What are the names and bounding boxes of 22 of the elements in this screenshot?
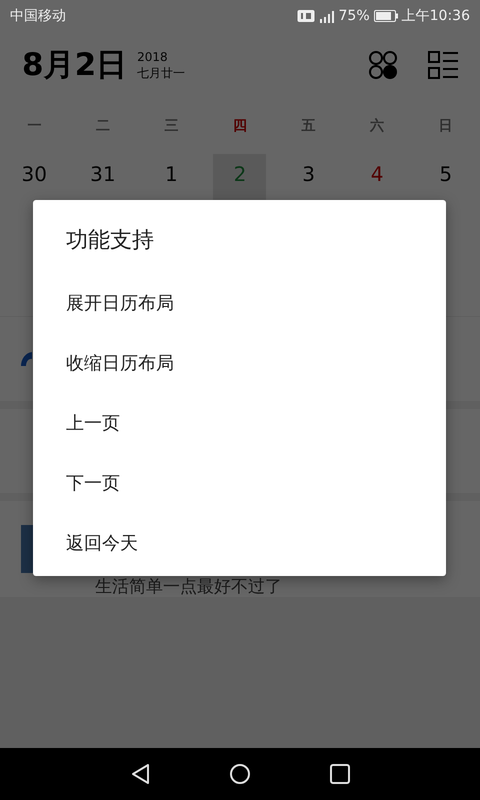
clock-time: 上午10:36 (402, 7, 470, 25)
home-icon[interactable] (228, 763, 251, 785)
signal-icon (318, 9, 335, 23)
year-label: 2018 (137, 49, 169, 65)
lunar-date: 七月廿一 (137, 65, 186, 81)
clover-icon[interactable] (368, 50, 398, 80)
menu-item[interactable]: 上一页 (33, 394, 446, 454)
menu-item[interactable]: 返回今天 (33, 514, 446, 574)
recents-icon[interactable] (330, 764, 350, 784)
weekday-label: 四 (232, 117, 247, 135)
logo-icon (21, 352, 32, 366)
back-icon[interactable] (130, 763, 150, 785)
menu-item[interactable]: 展开日历布局 (33, 274, 446, 334)
current-date: 8月2日 (22, 46, 128, 85)
menu-item[interactable]: 下一页 (33, 454, 446, 514)
list-view-icon[interactable] (428, 50, 458, 80)
article-title[interactable]: 生活简单一点最好不过了 (95, 577, 282, 597)
battery-icon (374, 10, 398, 22)
carrier-name: 中国移动 (10, 7, 66, 25)
menu-item[interactable]: 收缩日历布局 (33, 334, 446, 394)
dialog-title: 功能支持 (65, 227, 154, 255)
battery-percent: 75% (338, 8, 370, 24)
